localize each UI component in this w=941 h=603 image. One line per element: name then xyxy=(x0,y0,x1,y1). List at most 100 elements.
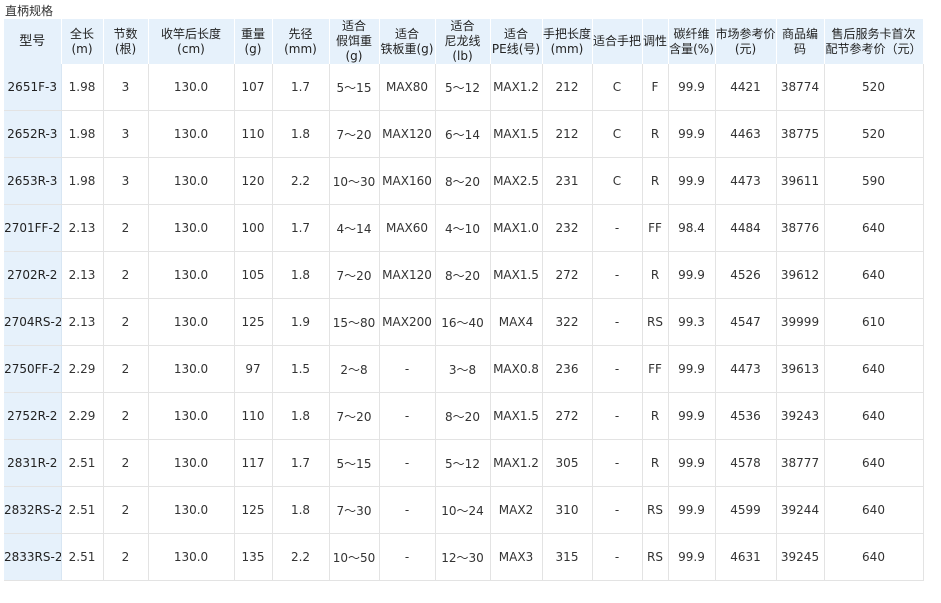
cell-model: 2831R-2 xyxy=(4,439,62,487)
cell-nylon-line: 8～20 xyxy=(435,251,491,299)
cell-action: R xyxy=(642,157,669,205)
column-header-product-code: 商品编码 xyxy=(776,19,825,64)
cell-nylon-line: 8～20 xyxy=(435,157,491,205)
cell-handle-fit: - xyxy=(592,298,643,346)
cell-jig-weight: MAX120 xyxy=(379,110,436,158)
cell-lure-weight: 5～15 xyxy=(329,439,380,487)
cell-tip-diameter: 1.9 xyxy=(272,298,330,346)
cell-market-price: 4578 xyxy=(715,439,777,487)
cell-action: R xyxy=(642,251,669,299)
cell-lure-weight: 2～8 xyxy=(329,345,380,393)
cell-tip-diameter: 1.5 xyxy=(272,345,330,393)
cell-market-price: 4599 xyxy=(715,486,777,534)
cell-lure-weight: 7～20 xyxy=(329,110,380,158)
cell-length: 2.13 xyxy=(61,298,104,346)
cell-nylon-line: 5～12 xyxy=(435,439,491,487)
cell-tip-diameter: 1.7 xyxy=(272,439,330,487)
cell-handle-length: 315 xyxy=(542,533,593,581)
cell-product-code: 39999 xyxy=(776,298,825,346)
cell-jig-weight: MAX200 xyxy=(379,298,436,346)
cell-handle-length: 322 xyxy=(542,298,593,346)
table-row: 2704RS-2 2.13 2 130.0 125 1.9 15～80 MAX2… xyxy=(4,298,924,346)
table-row: 2652R-3 1.98 3 130.0 110 1.8 7～20 MAX120… xyxy=(4,110,924,158)
cell-market-price: 4421 xyxy=(715,64,777,111)
cell-handle-fit: - xyxy=(592,486,643,534)
cell-length: 1.98 xyxy=(61,110,104,158)
table-row: 2833RS-2 2.51 2 130.0 135 2.2 10～50 - 12… xyxy=(4,533,924,581)
cell-jig-weight: - xyxy=(379,345,436,393)
cell-pe-line: MAX2.5 xyxy=(490,157,543,205)
cell-closed-length: 130.0 xyxy=(148,345,235,393)
cell-market-price: 4473 xyxy=(715,157,777,205)
cell-weight: 125 xyxy=(234,486,273,534)
cell-handle-length: 212 xyxy=(542,110,593,158)
cell-weight: 125 xyxy=(234,298,273,346)
cell-handle-fit: - xyxy=(592,439,643,487)
cell-sections: 2 xyxy=(103,486,149,534)
cell-length: 2.13 xyxy=(61,204,104,252)
cell-market-price: 4631 xyxy=(715,533,777,581)
cell-service-price: 590 xyxy=(824,157,924,205)
cell-closed-length: 130.0 xyxy=(148,64,235,111)
cell-closed-length: 130.0 xyxy=(148,486,235,534)
cell-pe-line: MAX1.5 xyxy=(490,251,543,299)
cell-carbon-content: 99.9 xyxy=(668,345,716,393)
cell-product-code: 39612 xyxy=(776,251,825,299)
cell-handle-fit: - xyxy=(592,204,643,252)
cell-closed-length: 130.0 xyxy=(148,392,235,440)
cell-action: F xyxy=(642,64,669,111)
cell-weight: 100 xyxy=(234,204,273,252)
cell-lure-weight: 10～30 xyxy=(329,157,380,205)
cell-handle-length: 231 xyxy=(542,157,593,205)
cell-action: RS xyxy=(642,533,669,581)
cell-market-price: 4463 xyxy=(715,110,777,158)
cell-jig-weight: - xyxy=(379,392,436,440)
cell-service-price: 520 xyxy=(824,110,924,158)
cell-handle-length: 305 xyxy=(542,439,593,487)
cell-pe-line: MAX1.2 xyxy=(490,64,543,111)
cell-weight: 107 xyxy=(234,64,273,111)
cell-action: FF xyxy=(642,345,669,393)
cell-model: 2651F-3 xyxy=(4,64,62,111)
cell-length: 1.98 xyxy=(61,64,104,111)
cell-handle-fit: - xyxy=(592,345,643,393)
cell-carbon-content: 99.9 xyxy=(668,533,716,581)
cell-closed-length: 130.0 xyxy=(148,533,235,581)
cell-product-code: 38776 xyxy=(776,204,825,252)
cell-carbon-content: 99.9 xyxy=(668,110,716,158)
cell-weight: 97 xyxy=(234,345,273,393)
cell-jig-weight: MAX60 xyxy=(379,204,436,252)
cell-product-code: 39245 xyxy=(776,533,825,581)
cell-sections: 2 xyxy=(103,204,149,252)
column-header-length: 全长(m) xyxy=(61,19,104,64)
cell-closed-length: 130.0 xyxy=(148,251,235,299)
cell-market-price: 4473 xyxy=(715,345,777,393)
cell-action: FF xyxy=(642,204,669,252)
cell-closed-length: 130.0 xyxy=(148,110,235,158)
cell-sections: 2 xyxy=(103,439,149,487)
cell-pe-line: MAX2 xyxy=(490,486,543,534)
column-header-sections: 节数(根) xyxy=(103,19,149,64)
cell-lure-weight: 10～50 xyxy=(329,533,380,581)
cell-sections: 3 xyxy=(103,64,149,111)
cell-pe-line: MAX1.0 xyxy=(490,204,543,252)
cell-service-price: 640 xyxy=(824,533,924,581)
cell-sections: 3 xyxy=(103,157,149,205)
column-header-pe-line: 适合 PE线(号) xyxy=(490,19,543,64)
column-header-model: 型号 xyxy=(4,19,62,64)
cell-length: 2.51 xyxy=(61,486,104,534)
cell-lure-weight: 7～20 xyxy=(329,251,380,299)
cell-market-price: 4536 xyxy=(715,392,777,440)
cell-tip-diameter: 2.2 xyxy=(272,157,330,205)
cell-handle-fit: - xyxy=(592,251,643,299)
cell-nylon-line: 12～30 xyxy=(435,533,491,581)
cell-jig-weight: MAX160 xyxy=(379,157,436,205)
cell-length: 2.51 xyxy=(61,439,104,487)
cell-nylon-line: 16～40 xyxy=(435,298,491,346)
column-header-tip-diameter: 先径 (mm) xyxy=(272,19,330,64)
cell-weight: 117 xyxy=(234,439,273,487)
table-caption: 直柄规格 xyxy=(5,4,54,18)
cell-closed-length: 130.0 xyxy=(148,439,235,487)
cell-sections: 2 xyxy=(103,298,149,346)
cell-jig-weight: - xyxy=(379,533,436,581)
